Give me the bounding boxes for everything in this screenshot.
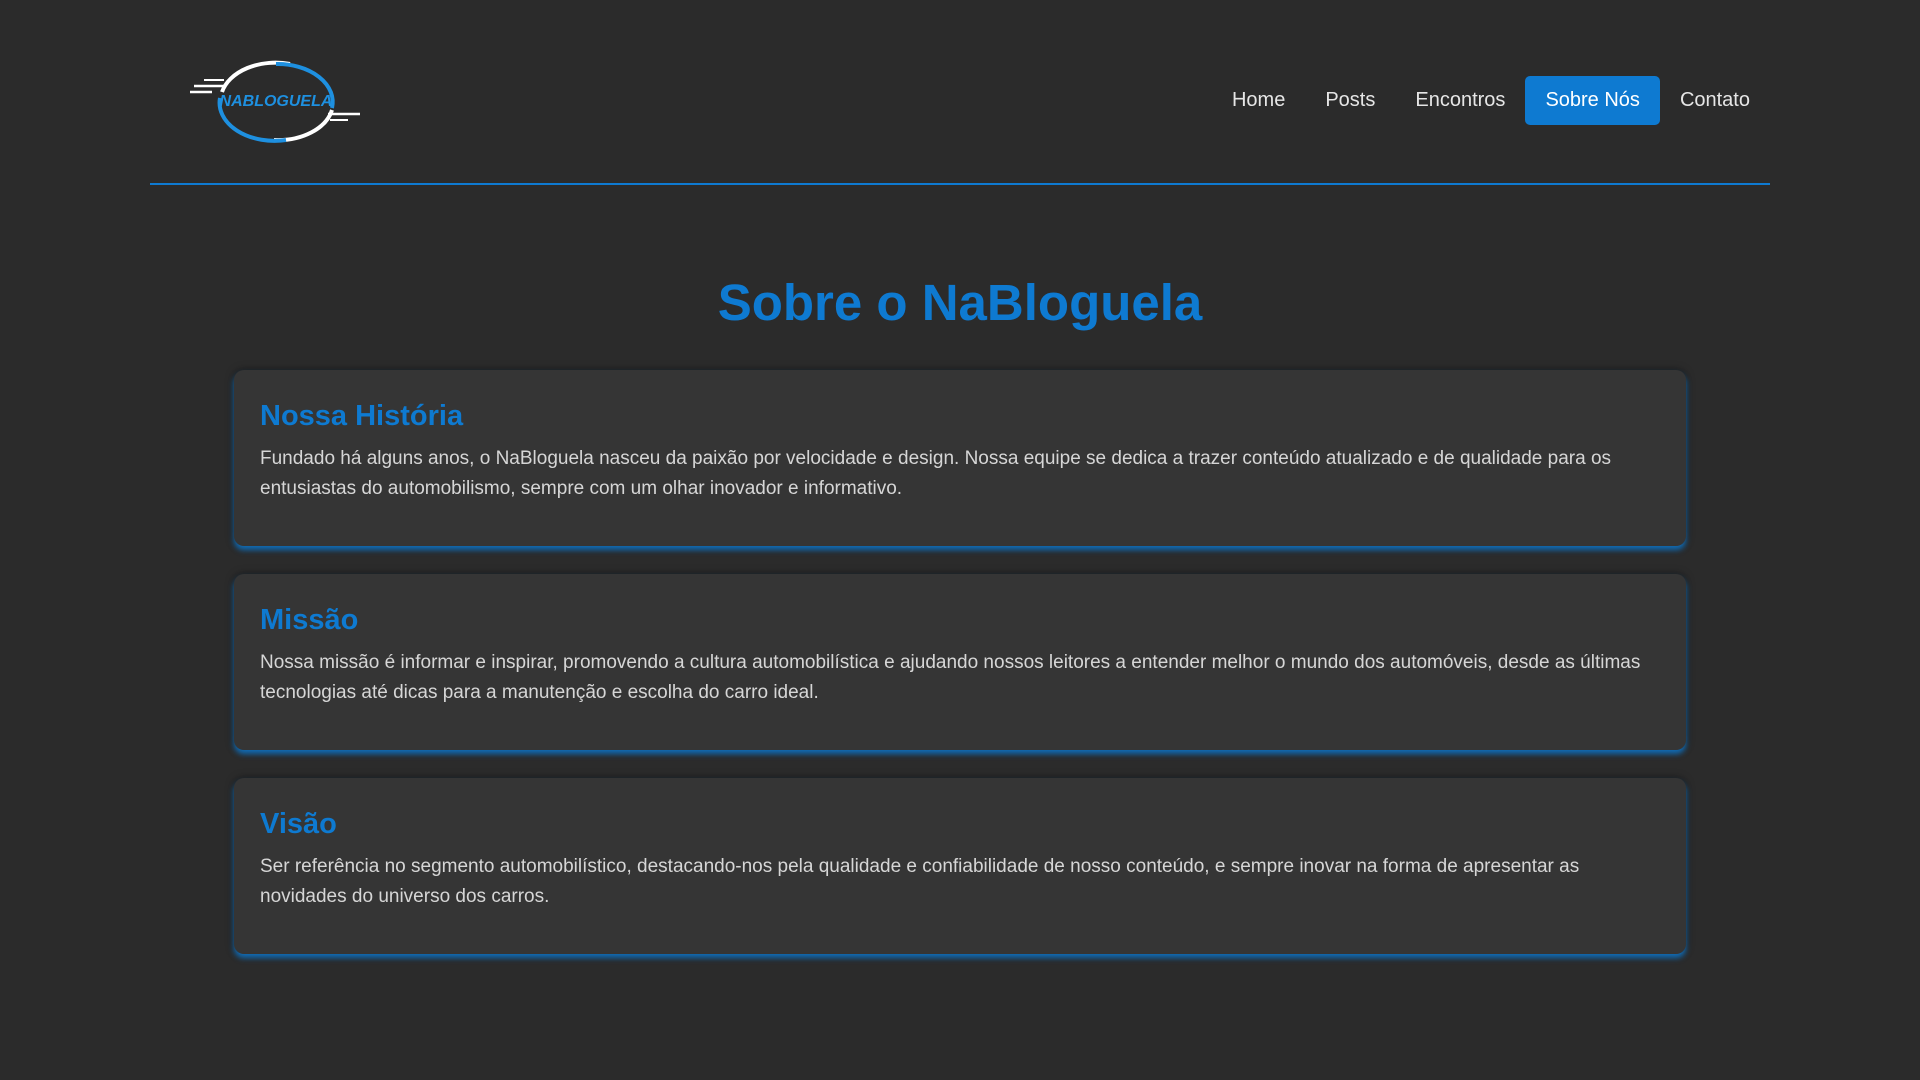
- mission-heading: Missão: [260, 604, 359, 636]
- mission-card: Missão Nossa missão é informar e inspira…: [234, 574, 1686, 750]
- nav-home[interactable]: Home: [1212, 76, 1305, 125]
- page-title: Sobre o NaBloguela: [717, 274, 1203, 331]
- vision-card: Visão Ser referência no segmento automob…: [234, 778, 1686, 954]
- nav-sobre-nos[interactable]: Sobre Nós: [1525, 76, 1660, 125]
- vision-heading: Visão: [260, 808, 337, 840]
- nav-posts[interactable]: Posts: [1305, 76, 1395, 125]
- vision-text: Ser referência no segmento automobilísti…: [260, 856, 1580, 907]
- nav-encontros[interactable]: Encontros: [1395, 76, 1525, 125]
- site-header: NABLOGUELA Home Posts Encontros Sobre Nós Co…: [150, 0, 1770, 185]
- history-text: Fundado há alguns anos, o NaBloguela nas…: [260, 448, 1612, 499]
- main-nav: Home Posts Encontros Sobre Nós Contato: [1212, 76, 1770, 125]
- logo-text: NABLOGUELA: [220, 93, 333, 110]
- history-card: Nossa História Fundado há alguns anos, o…: [234, 370, 1686, 546]
- nav-contato[interactable]: Contato: [1660, 76, 1770, 125]
- mission-text: Nossa missão é informar e inspirar, prom…: [260, 652, 1641, 703]
- history-heading: Nossa História: [260, 400, 464, 432]
- site-logo[interactable]: NABLOGUELA: [190, 58, 362, 146]
- page: NABLOGUELA Home Posts Encontros Sobre Nós Co…: [0, 0, 1920, 1080]
